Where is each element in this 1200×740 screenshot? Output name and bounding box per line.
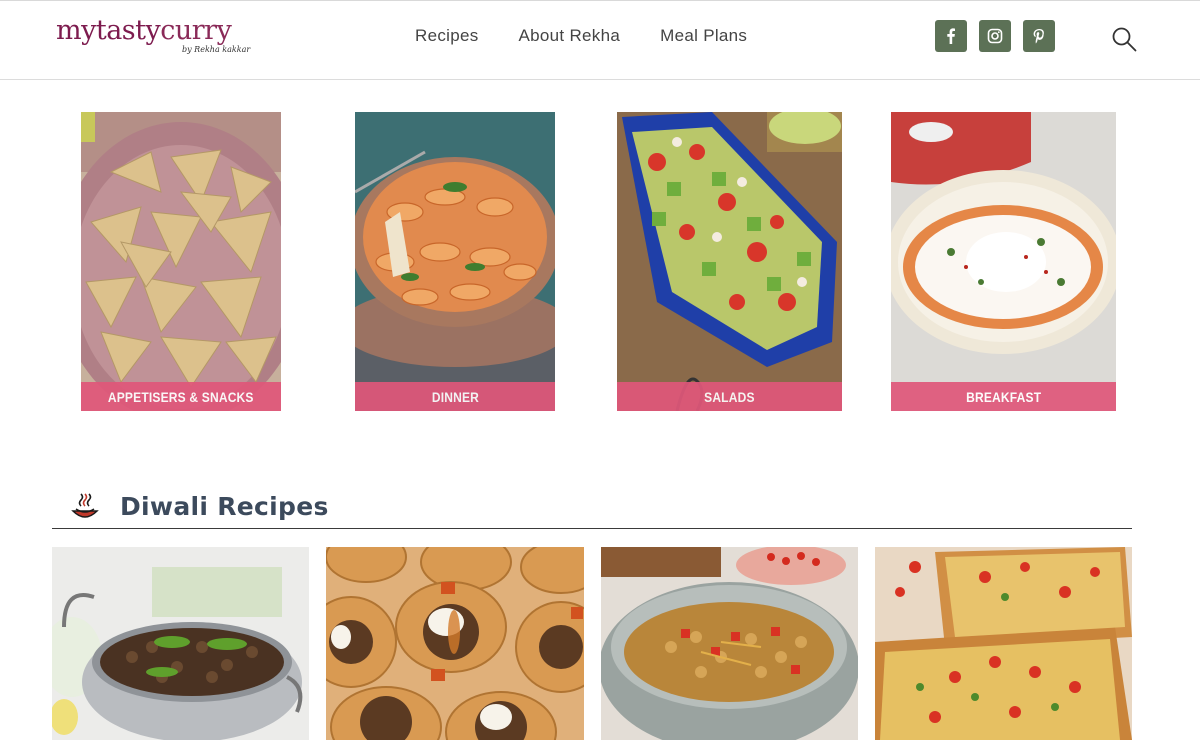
facebook-button[interactable] xyxy=(935,20,967,52)
category-band: SALADS xyxy=(617,382,842,411)
main-nav: Recipes About Rekha Meal Plans xyxy=(415,26,787,48)
category-band: APPETISERS & SNACKS xyxy=(81,382,281,411)
search-button[interactable] xyxy=(1110,25,1138,53)
recipe-photo-chana-bowl xyxy=(601,547,858,740)
search-icon xyxy=(1112,27,1137,52)
instagram-icon xyxy=(987,28,1003,44)
nav-recipes[interactable]: Recipes xyxy=(415,26,479,48)
recipe-card[interactable] xyxy=(875,547,1132,740)
category-band: BREAKFAST xyxy=(891,382,1116,411)
nav-about-rekha[interactable]: About Rekha xyxy=(519,26,621,48)
recipe-card[interactable] xyxy=(601,547,858,740)
logo-text-main: mytasty xyxy=(56,15,161,46)
nav-meal-plans[interactable]: Meal Plans xyxy=(660,26,747,48)
category-label: SALADS xyxy=(704,388,755,405)
pinterest-button[interactable] xyxy=(1023,20,1055,52)
instagram-button[interactable] xyxy=(979,20,1011,52)
site-logo[interactable]: mytastycurry by Rekha kakkar xyxy=(56,15,250,54)
recipe-card[interactable] xyxy=(326,547,584,740)
tile-photo-salad xyxy=(617,112,842,411)
logo-text-curry: curry xyxy=(160,15,232,46)
recipe-photo-kadai-chana xyxy=(52,547,309,740)
category-dinner[interactable]: DINNER xyxy=(355,112,555,411)
category-label: BREAKFAST xyxy=(965,388,1042,405)
section-title: Diwali Recipes xyxy=(120,492,329,521)
section-heading: Diwali Recipes xyxy=(52,487,1132,529)
tile-photo-chips xyxy=(81,112,281,411)
pinterest-icon xyxy=(1033,29,1044,44)
tile-photo-pasta xyxy=(355,112,555,411)
site-header: mytastycurry by Rekha kakkar Recipes Abo… xyxy=(0,0,1200,80)
tile-photo-eggs xyxy=(891,112,1116,411)
recipe-photo-chaat-cups xyxy=(326,547,584,740)
category-label: APPETISERS & SNACKS xyxy=(108,388,254,405)
category-band: DINNER xyxy=(355,382,555,411)
diya-icon xyxy=(71,493,99,518)
recipe-photo-sev-puri xyxy=(875,547,1132,740)
recipe-card[interactable] xyxy=(52,547,309,740)
category-salads[interactable]: SALADS xyxy=(617,112,842,411)
category-label: DINNER xyxy=(431,388,479,405)
category-appetisers-snacks[interactable]: APPETISERS & SNACKS xyxy=(81,112,281,411)
logo-byline: by Rekha kakkar xyxy=(182,45,251,54)
facebook-icon xyxy=(947,28,955,44)
category-breakfast[interactable]: BREAKFAST xyxy=(891,112,1116,411)
